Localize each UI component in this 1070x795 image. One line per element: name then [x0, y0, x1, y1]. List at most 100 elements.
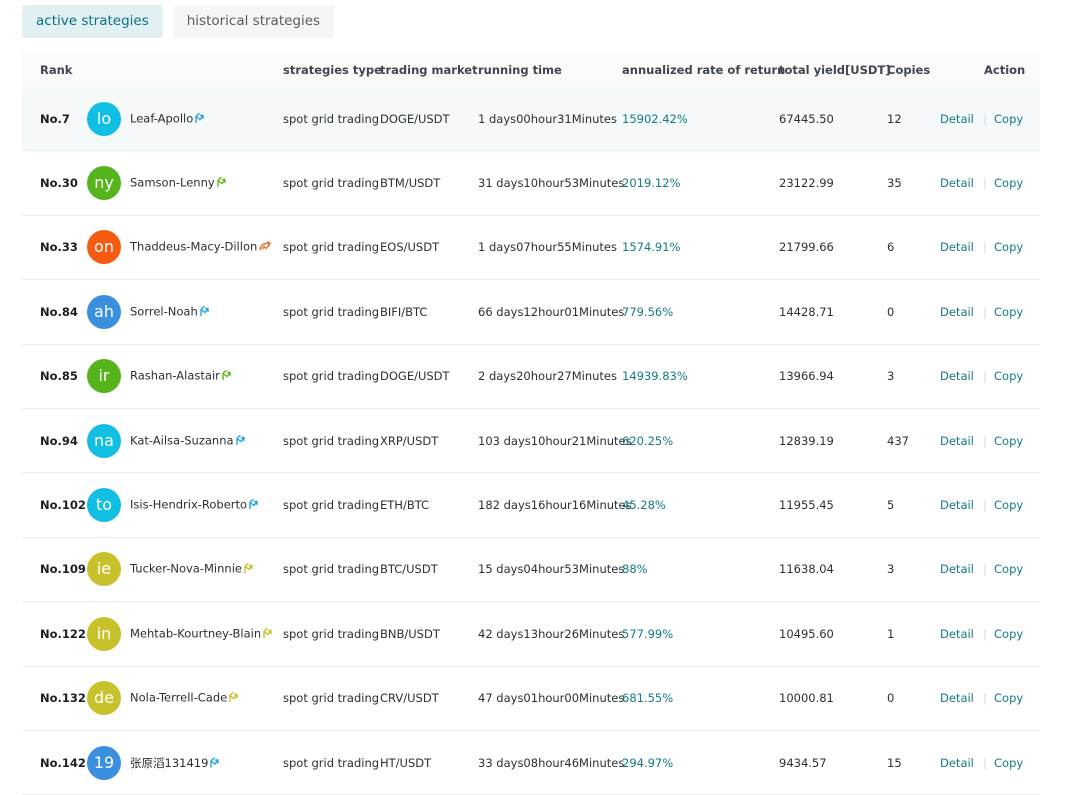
- table-row: No.7 lo Leaf-Apollo spot grid trading DOGE/U…: [22, 87, 1040, 152]
- flame-badge-icon: [259, 241, 272, 255]
- avatar: 19: [87, 745, 121, 780]
- avatar: in: [87, 616, 121, 651]
- table-row: No.94 na Kat-Ailsa-Suzanna spot grid tradin…: [22, 409, 1040, 474]
- table-row: No.142 19 张原滔131419 spot grid trading HT/USD…: [22, 731, 1040, 795]
- trader-name[interactable]: Nola-Terrell-Cade: [130, 691, 238, 706]
- table-header: Rank strategies type trading market runn…: [22, 53, 1040, 87]
- copy-button[interactable]: Copy: [994, 240, 1023, 254]
- trader-name[interactable]: Isis-Hendrix-Roberto: [130, 498, 258, 513]
- detail-button[interactable]: Detail: [940, 369, 974, 383]
- growth-badge-icon: [195, 112, 204, 126]
- copy-button[interactable]: Copy: [994, 691, 1023, 705]
- avatar: ny: [87, 166, 121, 201]
- strategy-type: spot grid trading: [283, 755, 380, 770]
- header-action: Action: [984, 63, 1026, 77]
- avatar: on: [87, 230, 121, 265]
- action-separator: |: [983, 562, 987, 577]
- header-trading-market: trading market: [380, 63, 478, 77]
- growth-badge-icon: [216, 176, 226, 191]
- copy-button[interactable]: Copy: [994, 112, 1023, 126]
- header-copies: Copies: [887, 63, 931, 77]
- avatar: lo: [87, 101, 121, 136]
- table-row: No.102 to Isis-Hendrix-Roberto spot grid tr…: [22, 473, 1040, 538]
- tab-active-strategies[interactable]: active strategies: [22, 5, 163, 38]
- annualized-rate: 88%: [622, 562, 648, 577]
- action-separator: |: [983, 755, 987, 770]
- trading-market: BTC/USDT: [380, 562, 438, 577]
- table-row: No.33 on Thaddeus-Macy-Dillon spot grid tra…: [22, 216, 1040, 281]
- detail-button[interactable]: Detail: [940, 240, 974, 254]
- copies-count: 0: [887, 304, 895, 319]
- annualized-rate: 2019.12%: [622, 176, 681, 191]
- strategy-type: spot grid trading: [283, 240, 380, 255]
- trader-name[interactable]: Kat-Ailsa-Suzanna: [130, 433, 245, 448]
- trading-market: DOGE/USDT: [380, 111, 450, 126]
- copy-button[interactable]: Copy: [994, 305, 1023, 319]
- running-time: 182 days16hour16Minutes: [478, 498, 632, 513]
- strategy-type: spot grid trading: [283, 304, 380, 319]
- annualized-rate: 14939.83%: [622, 369, 688, 384]
- total-yield: 10000.81: [779, 691, 834, 706]
- total-yield: 12839.19: [779, 433, 834, 448]
- copy-button[interactable]: Copy: [994, 176, 1023, 190]
- detail-button[interactable]: Detail: [940, 627, 974, 641]
- copy-button[interactable]: Copy: [994, 498, 1023, 512]
- copy-button[interactable]: Copy: [994, 756, 1023, 770]
- detail-button[interactable]: Detail: [940, 434, 974, 448]
- strategy-type: spot grid trading: [283, 498, 380, 513]
- running-time: 1 days07hour55Minutes: [478, 240, 617, 255]
- trader-name[interactable]: Rashan-Alastair: [130, 369, 231, 384]
- detail-button[interactable]: Detail: [940, 756, 974, 770]
- strategy-type: spot grid trading: [283, 433, 380, 448]
- growth-badge-icon: [263, 627, 272, 641]
- copy-button[interactable]: Copy: [994, 562, 1023, 576]
- copies-count: 3: [887, 562, 895, 577]
- total-yield: 67445.50: [779, 111, 834, 126]
- trader-name[interactable]: Samson-Lenny: [130, 176, 226, 191]
- trader-name[interactable]: Tucker-Nova-Minnie: [130, 562, 253, 577]
- action-separator: |: [983, 691, 987, 706]
- detail-button[interactable]: Detail: [940, 305, 974, 319]
- detail-button[interactable]: Detail: [940, 112, 974, 126]
- rank-label: No.109: [40, 562, 86, 577]
- table-row: No.84 ah Sorrel-Noah spot grid trading BIFI/…: [22, 280, 1040, 345]
- total-yield: 21799.66: [779, 240, 834, 255]
- copy-button[interactable]: Copy: [994, 369, 1023, 383]
- table-row: No.85 ir Rashan-Alastair spot grid trading D…: [22, 345, 1040, 409]
- trader-name[interactable]: 张原滔131419: [130, 755, 220, 771]
- trading-market: BNB/USDT: [380, 626, 440, 641]
- detail-button[interactable]: Detail: [940, 562, 974, 576]
- trading-market: BIFI/BTC: [380, 304, 428, 319]
- annualized-rate: 620.25%: [622, 433, 674, 448]
- copy-button[interactable]: Copy: [994, 627, 1023, 641]
- detail-button[interactable]: Detail: [940, 176, 974, 190]
- copies-count: 3: [887, 369, 895, 384]
- trader-name[interactable]: Leaf-Apollo: [130, 111, 204, 126]
- annualized-rate: 779.56%: [622, 304, 674, 319]
- strategy-type: spot grid trading: [283, 562, 380, 577]
- rank-label: No.122: [40, 626, 86, 641]
- action-separator: |: [983, 111, 987, 126]
- running-time: 103 days10hour21Minutes: [478, 433, 632, 448]
- trader-name[interactable]: Mehtab-Kourtney-Blain: [130, 626, 272, 641]
- strategies-table: Rank strategies type trading market runn…: [22, 53, 1040, 795]
- rank-label: No.33: [40, 240, 78, 255]
- avatar: ir: [87, 359, 121, 394]
- trading-market: EOS/USDT: [380, 240, 440, 255]
- action-separator: |: [983, 176, 987, 191]
- trading-market: XRP/USDT: [380, 433, 439, 448]
- copy-button[interactable]: Copy: [994, 434, 1023, 448]
- trader-name[interactable]: Sorrel-Noah: [130, 304, 209, 319]
- tab-historical-strategies[interactable]: historical strategies: [172, 5, 335, 38]
- action-separator: |: [983, 626, 987, 641]
- action-separator: |: [983, 369, 987, 384]
- trader-name[interactable]: Thaddeus-Macy-Dillon: [130, 240, 272, 255]
- detail-button[interactable]: Detail: [940, 691, 974, 705]
- detail-button[interactable]: Detail: [940, 498, 974, 512]
- avatar: na: [87, 423, 121, 458]
- table-body: No.7 lo Leaf-Apollo spot grid trading DOGE/U…: [22, 87, 1040, 795]
- running-time: 33 days08hour46Minutes: [478, 755, 625, 770]
- trading-market: DOGE/USDT: [380, 369, 450, 384]
- table-row: No.109 ie Tucker-Nova-Minnie spot grid trad…: [22, 538, 1040, 603]
- strategy-tabs: active strategies historical strategies: [22, 5, 335, 38]
